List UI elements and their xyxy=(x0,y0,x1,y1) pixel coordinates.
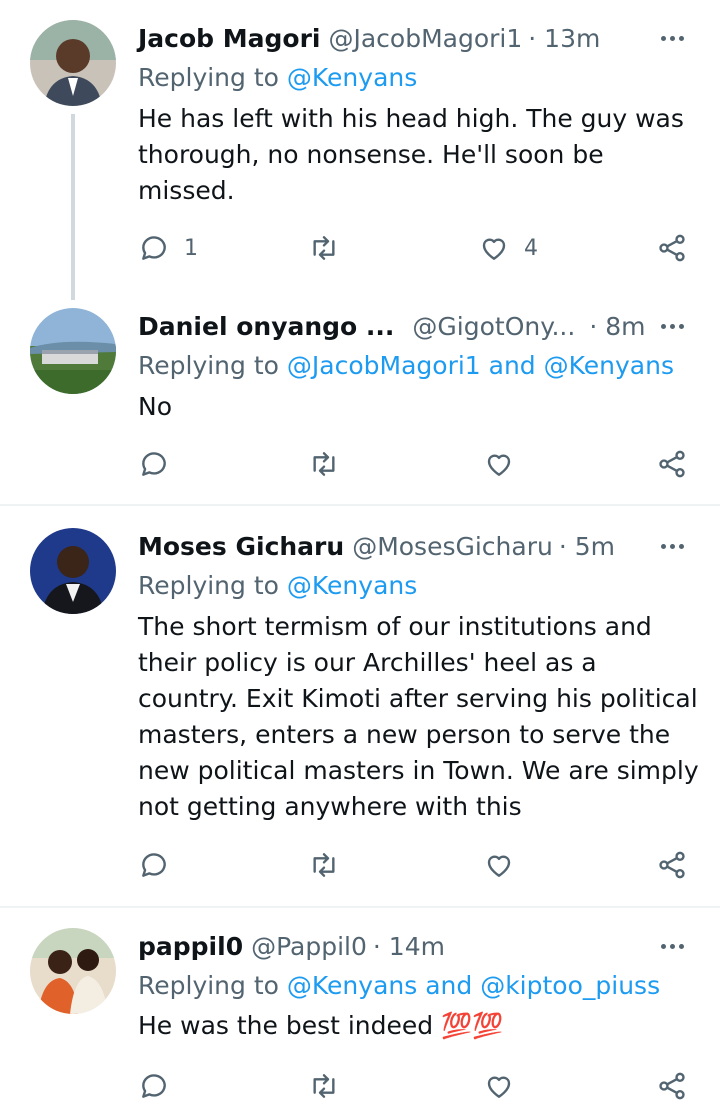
reply-button[interactable] xyxy=(138,845,170,885)
like-button[interactable] xyxy=(483,1066,515,1106)
display-name[interactable]: Daniel onyango ... xyxy=(138,312,394,341)
heart-icon xyxy=(487,1076,511,1098)
heart-icon xyxy=(487,855,511,877)
display-name[interactable]: pappil0 xyxy=(138,932,243,961)
avatar[interactable] xyxy=(30,528,116,614)
retweet-icon xyxy=(313,853,335,877)
reply-icon xyxy=(142,236,166,260)
user-handle[interactable]: @Pappil0 xyxy=(251,932,367,961)
replying-to-link[interactable]: @Kenyans and @kiptoo_piuss xyxy=(287,971,660,1000)
timestamp[interactable]: · 8m xyxy=(589,312,645,341)
replying-to: Replying to @Kenyans and @kiptoo_piuss xyxy=(138,968,700,1004)
reply-icon xyxy=(142,1074,166,1098)
share-icon xyxy=(659,851,685,879)
reply-icon xyxy=(142,452,166,476)
tweet-actions xyxy=(138,1066,698,1106)
replying-to: Replying to @Kenyans xyxy=(138,60,700,96)
reply-button[interactable] xyxy=(138,1066,170,1106)
more-icon[interactable] xyxy=(659,20,686,56)
retweet-icon xyxy=(313,452,335,476)
like-button[interactable] xyxy=(483,845,515,885)
tweet-actions xyxy=(138,845,698,885)
tweet-pappil0[interactable]: pappil0 @Pappil0 · 14m Replying to @Keny… xyxy=(0,908,720,1100)
reply-icon xyxy=(142,853,166,877)
share-button[interactable] xyxy=(656,1066,688,1106)
tweet-jacob-magori[interactable]: Jacob Magori @JacobMagori1 · 13m Replyin… xyxy=(0,0,720,300)
heart-icon xyxy=(487,454,511,476)
replying-to-prefix: Replying to xyxy=(138,571,279,600)
retweet-button[interactable] xyxy=(308,1066,340,1106)
tweet-text: He has left with his head high. The guy … xyxy=(138,104,684,205)
tweet-moses-gicharu[interactable]: Moses Gicharu @MosesGicharu · 5m Replyin… xyxy=(0,506,720,906)
replying-to-prefix: Replying to xyxy=(138,63,279,92)
replying-to: Replying to @JacobMagori1 and @Kenyans xyxy=(138,348,700,384)
display-name[interactable]: Jacob Magori xyxy=(138,24,320,53)
replying-to-prefix: Replying to xyxy=(138,351,279,380)
retweet-button[interactable] xyxy=(308,845,340,885)
share-button[interactable] xyxy=(656,444,688,484)
share-icon xyxy=(659,234,685,262)
user-handle[interactable]: @MosesGicharu xyxy=(352,532,553,561)
timestamp[interactable]: · 14m xyxy=(373,932,445,961)
tweet-actions xyxy=(138,444,698,484)
like-button[interactable]: 4 xyxy=(478,228,538,268)
tweet-daniel-onyango[interactable]: Daniel onyango ... @GigotOny... · 8m Rep… xyxy=(0,300,720,504)
avatar[interactable] xyxy=(30,928,116,1014)
share-button[interactable] xyxy=(656,845,688,885)
tweet-text: No xyxy=(138,392,172,421)
more-icon[interactable] xyxy=(659,528,686,564)
reply-button[interactable] xyxy=(138,444,170,484)
share-icon xyxy=(659,1072,685,1100)
timestamp[interactable]: · 13m xyxy=(528,24,600,53)
retweet-icon xyxy=(313,1074,335,1098)
share-button[interactable] xyxy=(656,228,688,268)
user-handle[interactable]: @JacobMagori1 xyxy=(328,24,522,53)
reply-button[interactable]: 1 xyxy=(138,228,198,268)
user-handle[interactable]: @GigotOny... xyxy=(412,312,575,341)
tweet-text: He was the best indeed 💯💯 xyxy=(138,1011,504,1040)
reply-count: 1 xyxy=(184,235,198,261)
avatar[interactable] xyxy=(30,20,116,106)
replying-to-prefix: Replying to xyxy=(138,971,279,1000)
avatar[interactable] xyxy=(30,308,116,394)
display-name[interactable]: Moses Gicharu xyxy=(138,532,344,561)
share-icon xyxy=(659,450,685,478)
replying-to-link[interactable]: @Kenyans xyxy=(287,571,417,600)
replying-to: Replying to @Kenyans xyxy=(138,568,700,604)
timestamp[interactable]: · 5m xyxy=(559,532,615,561)
like-count: 4 xyxy=(524,235,538,261)
tweet-text: The short termism of our institutions an… xyxy=(138,612,699,821)
like-button[interactable] xyxy=(483,444,515,484)
heart-icon xyxy=(482,238,506,260)
retweet-icon xyxy=(313,236,335,260)
tweet-actions: 1 4 xyxy=(138,228,698,268)
retweet-button[interactable] xyxy=(308,228,340,268)
replying-to-link[interactable]: @JacobMagori1 and @Kenyans xyxy=(287,351,674,380)
replying-to-link[interactable]: @Kenyans xyxy=(287,63,417,92)
more-icon[interactable] xyxy=(659,308,686,344)
more-icon[interactable] xyxy=(659,928,686,964)
retweet-button[interactable] xyxy=(308,444,340,484)
